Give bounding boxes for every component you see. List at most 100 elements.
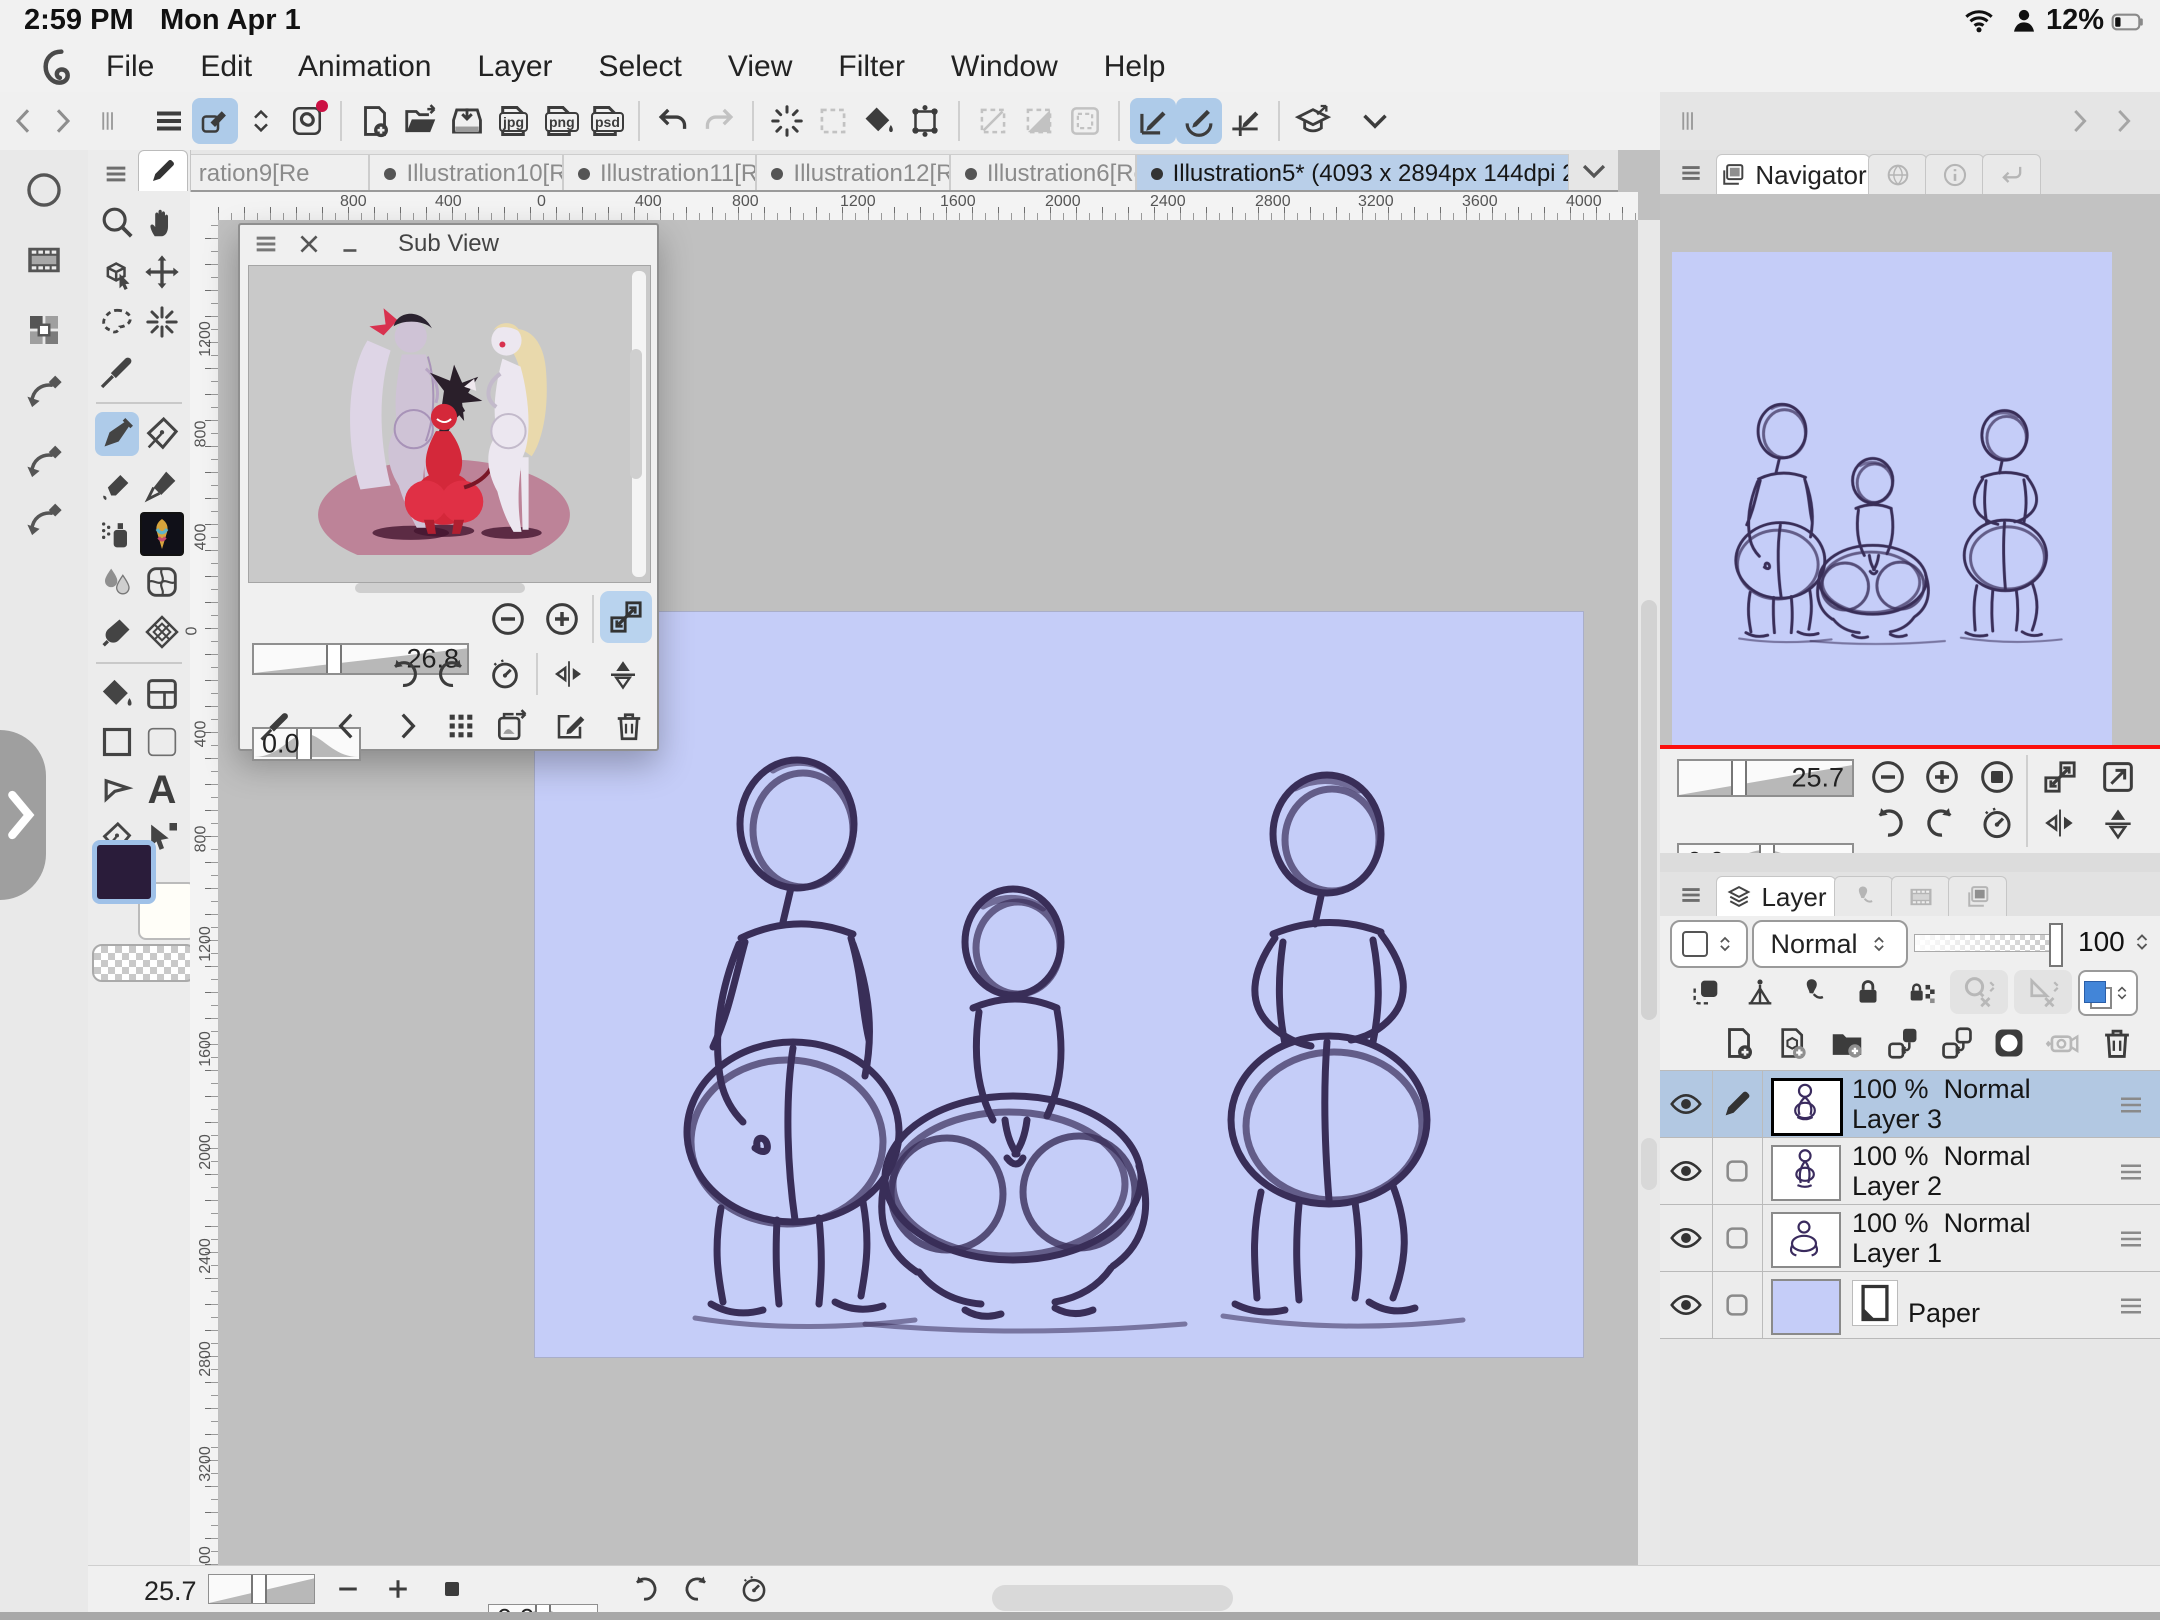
tool-fill-bucket[interactable] [95, 672, 139, 716]
zoom-in-button[interactable] [540, 597, 584, 641]
new-layer-button[interactable] [1718, 1022, 1760, 1064]
rotate-cw-button[interactable] [432, 653, 474, 695]
sub-view-image-area[interactable] [248, 265, 651, 583]
menu-edit[interactable]: Edit [200, 50, 252, 84]
reset-rotation-button[interactable] [484, 653, 526, 695]
reset-rotation-button[interactable] [734, 1570, 774, 1608]
reference-layer-button[interactable] [2014, 970, 2072, 1014]
rotate-cw-button[interactable] [678, 1570, 718, 1608]
rotate-ccw-button[interactable] [382, 653, 424, 695]
tool-decoration[interactable] [140, 512, 184, 556]
layer-visibility-toggle[interactable] [1660, 1138, 1713, 1204]
rotate-cw-button[interactable] [1920, 801, 1964, 845]
opacity-slider[interactable] [1914, 934, 2060, 952]
layer-thumbnail[interactable] [1771, 1145, 1841, 1201]
layer-row[interactable]: 100 % Normal Layer 3 [1660, 1071, 2160, 1138]
next-image-button[interactable] [386, 705, 428, 747]
tool-operation[interactable] [95, 250, 139, 294]
layer-select-checkbox[interactable] [1712, 1138, 1763, 1204]
menu-filter[interactable]: Filter [838, 50, 905, 84]
tab-navigator[interactable]: Navigator [1716, 154, 1870, 195]
row-drag-handle-icon[interactable] [2116, 1093, 2146, 1117]
active-tool-tab[interactable] [138, 150, 188, 191]
layer-select-checkbox[interactable] [1712, 1272, 1763, 1338]
row-drag-handle-icon[interactable] [2116, 1227, 2146, 1251]
navigator-thumbnail[interactable] [1672, 252, 2112, 745]
close-icon[interactable] [296, 231, 322, 257]
layer-row-paper[interactable]: Paper [1660, 1272, 2160, 1339]
export-png-button[interactable]: png [536, 98, 582, 144]
panel-menu-icon[interactable] [1678, 160, 1704, 186]
canvas-vertical-scrollbar-thumb[interactable] [1641, 600, 1657, 1020]
layer-thumbnail[interactable] [1771, 1212, 1841, 1268]
slider-handle[interactable] [251, 1574, 267, 1604]
lock-transparent-pixels-button[interactable] [1902, 972, 1942, 1012]
rotate-ccw-button[interactable] [624, 1570, 664, 1608]
navigator-preview-area[interactable] [1660, 194, 2160, 745]
zoom-in-button[interactable] [1920, 755, 1964, 799]
layer-row[interactable]: 100 % Normal Layer 1 [1660, 1205, 2160, 1272]
layer-visibility-toggle[interactable] [1660, 1205, 1713, 1271]
menu-layer[interactable]: Layer [477, 50, 552, 84]
selection-source-button[interactable] [1950, 970, 2008, 1014]
tool-frame-border[interactable] [140, 672, 184, 716]
tab-sub-view-panel[interactable] [1868, 154, 1927, 195]
menu-file[interactable]: File [106, 50, 154, 84]
flip-vertical-button[interactable] [2096, 801, 2140, 845]
document-tab[interactable]: Illustration11[R [563, 154, 756, 193]
flip-horizontal-button[interactable] [2038, 801, 2082, 845]
lock-layer-button[interactable] [1848, 972, 1888, 1012]
row-drag-handle-icon[interactable] [2116, 1160, 2146, 1184]
menu-view[interactable]: View [728, 50, 792, 84]
tool-blend[interactable] [95, 560, 139, 604]
tab-history[interactable] [1982, 154, 2041, 195]
delete-image-button[interactable] [608, 705, 650, 747]
redo-button[interactable] [696, 98, 742, 144]
canvas-horizontal-scrollbar-thumb[interactable] [992, 1585, 1233, 1611]
invert-selection-button[interactable] [1016, 98, 1062, 144]
tool-text[interactable]: A [140, 768, 184, 812]
timeline-dock-button[interactable] [22, 238, 66, 282]
current-tool-button[interactable] [192, 98, 238, 144]
tool-fountain-pen[interactable] [140, 412, 184, 456]
toolbar-menu-button[interactable] [146, 98, 192, 144]
main-color-swatch[interactable] [92, 840, 156, 904]
document-tab[interactable]: Illustration6[Re [950, 154, 1136, 193]
menu-select[interactable]: Select [599, 50, 682, 84]
rotate-ccw-button[interactable] [1866, 801, 1910, 845]
tool-move[interactable] [140, 250, 184, 294]
snap-to-special-ruler-button[interactable] [1176, 98, 1222, 144]
canvas-zoom-slider[interactable] [208, 1574, 315, 1604]
document-tab-active[interactable]: Illustration5* (4093 x 2894px 144dpi 25.… [1136, 154, 1570, 193]
fit-to-screen-button[interactable] [2096, 755, 2140, 799]
snap-to-grid-button[interactable] [1222, 98, 1268, 144]
new-folder-button[interactable] [1826, 1022, 1868, 1064]
auto-action-dock-button[interactable] [22, 442, 66, 486]
tool-eyedropper[interactable] [95, 350, 139, 394]
tool-polyline[interactable] [95, 768, 139, 812]
layer-select-checkbox[interactable] [1712, 1205, 1763, 1271]
tool-zoom[interactable] [95, 200, 139, 244]
expand-panel-icon[interactable] [2064, 106, 2094, 136]
document-tab[interactable]: ration9[Re [184, 154, 370, 193]
clear-selection-button[interactable] [970, 98, 1016, 144]
layer-edit-indicator[interactable] [1712, 1071, 1763, 1137]
slider-handle[interactable] [326, 643, 342, 675]
sub-view-header[interactable]: Sub View [240, 225, 657, 263]
save-button[interactable] [444, 98, 490, 144]
transfer-down-button[interactable] [1882, 1022, 1924, 1064]
thumbnail-grid-button[interactable] [440, 705, 482, 747]
tutorial-button[interactable] [1290, 98, 1336, 144]
tool-hand[interactable] [140, 200, 184, 244]
previous-image-button[interactable] [326, 705, 368, 747]
open-file-button[interactable] [398, 98, 444, 144]
selection-border-button[interactable] [1062, 98, 1108, 144]
subview-eyedropper-button[interactable] [254, 705, 296, 747]
tab-layer[interactable]: Layer [1716, 876, 1836, 917]
navigator-zoom-slider[interactable]: 25.7 [1677, 759, 1854, 797]
material-dock-button[interactable] [22, 308, 66, 352]
brush-size-selector[interactable] [1670, 920, 1748, 968]
layer-visibility-toggle[interactable] [1660, 1071, 1713, 1137]
clip-to-layer-button[interactable] [1686, 972, 1726, 1012]
quick-access-dock-button[interactable] [22, 372, 66, 416]
